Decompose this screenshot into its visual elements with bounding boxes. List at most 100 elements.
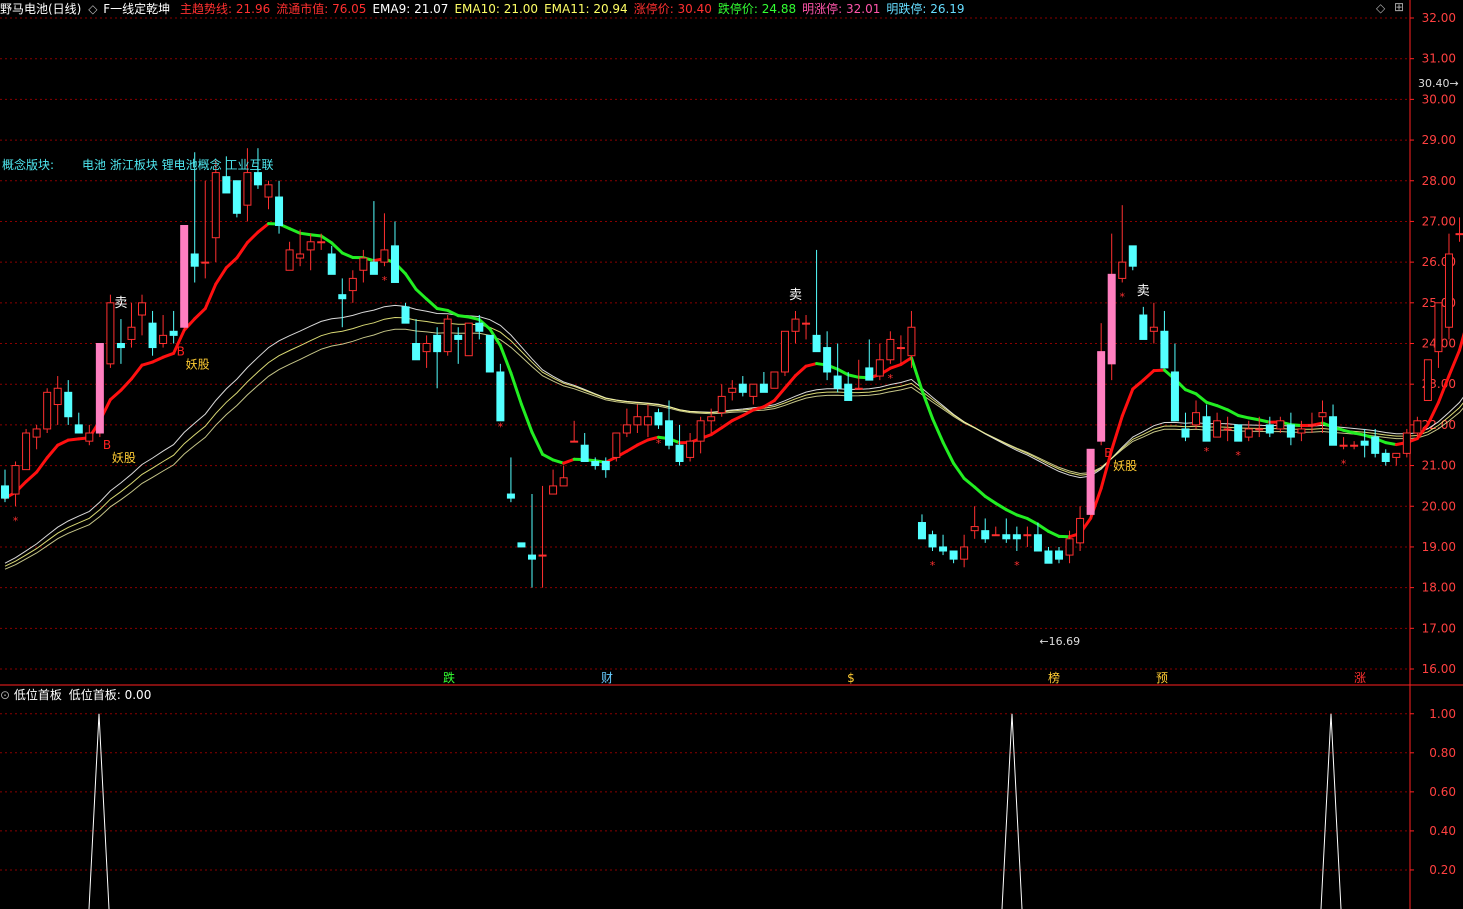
candle-body [949,550,958,560]
candle-body [686,440,695,458]
candle-body [1002,534,1011,540]
candle-body [190,253,199,267]
candle-body [549,485,558,495]
low-price-label: ←16.69 [1039,635,1080,648]
y-tick-label: 18.00 [1422,581,1456,595]
indicator-name[interactable]: F一线定乾坤 [103,2,170,16]
candle-body [1023,534,1032,537]
trend-line-segment [1004,508,1019,517]
trend-line-segment [224,256,239,270]
trend-line-segment [509,371,523,406]
y-tick-label: 16.00 [1422,662,1456,676]
candle-body [506,493,515,499]
signal-spike [88,713,110,909]
candle-body [696,420,705,442]
candle-body [939,546,948,552]
candle-body [601,460,610,471]
y-tick-label: 20.00 [1422,499,1456,513]
trend-line-segment [298,231,313,237]
header-item: 明涨停: 32.01 [802,2,881,16]
candle-body [812,334,821,353]
trend-line-segment [235,241,249,260]
candle-body [875,359,884,377]
star-marker: * [656,437,662,450]
candle-body [728,387,737,393]
candle-body [580,444,589,462]
trend-line-segment [888,363,903,370]
trend-line-segment [203,282,218,311]
trend-line-segment [983,494,998,505]
trend-line-segment [994,501,1008,512]
trend-line-segment [1110,414,1124,452]
candle-body [95,343,104,434]
candle-body [1339,444,1348,447]
candle-body [591,460,600,467]
trend-line-segment [214,266,228,286]
candle-body [802,322,811,325]
candle-body [643,416,652,426]
header-item: EMA9: 21.07 [372,2,449,16]
trend-line-segment [340,251,355,260]
candle-body [433,334,442,353]
trend-line-segment [909,356,924,392]
trend-line-segment [24,470,39,484]
chart-header: 野马电池(日线) ◇ F一线定乾坤 主趋势线: 21.96 流通市值: 76.05… [0,0,977,18]
y-tick-label: 32.00 [1422,11,1456,25]
candle-body [844,383,853,401]
header-values: 主趋势线: 21.96 流通市值: 76.05 EMA9: 21.07 EMA10: … [180,2,971,16]
sell-marker: 卖 [114,296,127,311]
candle-body [1055,550,1063,560]
candle-body [1423,359,1432,401]
candle-body [675,444,684,462]
candle-body [127,326,136,340]
candle-body [1160,330,1169,369]
trend-line-segment [519,402,534,434]
top-right-expand-icon[interactable]: ⊞ [1394,0,1404,14]
star-marker: * [13,514,19,527]
signal-spike [1320,713,1342,909]
sub-panel-toggle-icon[interactable]: ⊙ [0,688,10,702]
stock-title[interactable]: 野马电池(日线) [0,2,81,16]
concept-board: 概念版块: 电池 浙江板块 锂电池概念 工业互联 [2,156,274,173]
candle-body [180,225,189,328]
candle-body [211,172,220,239]
candle-body [1128,245,1137,267]
star-marker: * [1014,559,1020,572]
trend-line-segment [551,458,566,465]
trend-line-segment [1257,418,1272,424]
y-tick-label: 21.00 [1422,459,1456,473]
candle-body [232,180,241,214]
candle-body [1012,534,1021,540]
candle-body [348,277,357,292]
candle-body [138,302,147,316]
candle-body [517,542,526,548]
event-label: $ [847,671,855,685]
star-marker: * [888,372,894,385]
trend-line-segment [309,233,323,238]
top-right-diamond-icon[interactable]: ◇ [1376,1,1385,15]
candle-body [327,253,336,275]
candle-body [1107,273,1116,365]
trend-line-segment [66,437,81,442]
candle-body [1434,302,1443,353]
candle-body [169,330,178,336]
trend-line-segment [1384,441,1398,447]
candle-body [359,257,368,271]
trend-line-segment [562,457,576,465]
sub-panel-title[interactable]: 低位首板 [14,688,62,702]
candle-body [148,322,157,349]
settings-diamond-icon[interactable]: ◇ [88,2,97,16]
sub-y-tick-label: 1.00 [1429,707,1456,721]
candle-body [1455,233,1463,236]
candle-body [11,465,20,495]
candle-body [622,424,631,434]
ema-line [4,316,1463,567]
candle-body [64,391,73,418]
high-price-label: 30.40→ [1418,77,1459,90]
candle-body [412,343,421,361]
sub-panel-label: 低位首板: [68,688,121,702]
candle-body [1297,428,1306,434]
trend-line-segment [330,241,344,255]
y-tick-label: 29.00 [1422,133,1456,147]
candle-body [1307,424,1316,427]
